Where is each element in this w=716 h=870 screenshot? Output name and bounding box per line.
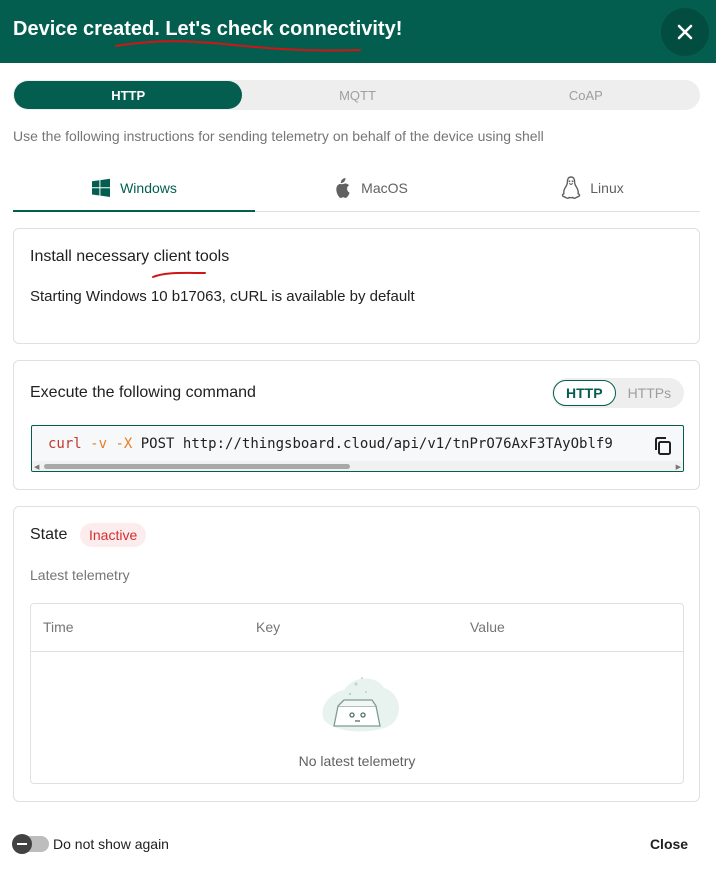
- tab-macos-label: MacOS: [361, 180, 408, 196]
- protocol-option-http[interactable]: HTTP: [14, 81, 243, 109]
- command-flag-verbose: -v: [90, 436, 108, 452]
- state-title: State: [30, 526, 68, 543]
- close-icon: [677, 24, 693, 40]
- scheme-option-https[interactable]: HTTPs: [616, 380, 684, 406]
- tab-linux[interactable]: Linux: [485, 165, 700, 211]
- install-tools-title: Install necessary client tools: [30, 248, 230, 265]
- telemetry-table: Time Key Value No latest telemetry: [30, 603, 684, 784]
- tab-windows-label: Windows: [120, 180, 177, 196]
- tab-linux-label: Linux: [590, 180, 624, 196]
- command-code-block[interactable]: curl -v -X POST http://thingsboard.cloud…: [31, 425, 684, 472]
- dialog-header: Device created. Let's check connectivity…: [0, 0, 716, 63]
- protocol-toggle: HTTP MQTT CoAP: [13, 80, 700, 110]
- horizontal-scrollbar[interactable]: ◀ ▶: [32, 461, 683, 471]
- linux-icon: [562, 176, 581, 199]
- copy-command-button[interactable]: [653, 436, 675, 458]
- execute-command-card: Execute the following command HTTP HTTPs…: [13, 360, 700, 490]
- empty-state-illustration: [322, 677, 399, 732]
- tab-macos[interactable]: MacOS: [255, 165, 485, 211]
- install-tools-card: Install necessary client tools Starting …: [13, 228, 700, 344]
- execute-command-title: Execute the following command: [30, 384, 256, 401]
- state-card: State Inactive Latest telemetry Time Key…: [13, 506, 700, 802]
- scroll-right-icon[interactable]: ▶: [676, 463, 681, 471]
- dialog-title: Device created. Let's check connectivity…: [13, 18, 403, 40]
- close-button[interactable]: Close: [636, 826, 702, 862]
- toggle-knob[interactable]: [12, 834, 32, 854]
- protocol-option-coap[interactable]: CoAP: [472, 80, 700, 110]
- scheme-toggle: HTTP HTTPs: [552, 378, 684, 408]
- windows-icon: [92, 178, 111, 197]
- telemetry-table-header: Time Key Value: [31, 604, 683, 652]
- copy-icon: [655, 437, 671, 455]
- command-rest: POST http://thingsboard.cloud/api/v1/tnP…: [140, 436, 613, 452]
- column-header-time: Time: [43, 619, 74, 635]
- command-flag-method: -X: [115, 436, 133, 452]
- do-not-show-again-label: Do not show again: [53, 836, 169, 852]
- latest-telemetry-label: Latest telemetry: [30, 567, 130, 583]
- tab-windows[interactable]: Windows: [13, 165, 255, 212]
- column-header-value: Value: [470, 619, 505, 635]
- status-badge: Inactive: [80, 523, 147, 547]
- install-tools-text: Starting Windows 10 b17063, cURL is avai…: [30, 288, 415, 305]
- os-tabs: Windows MacOS Linux: [13, 165, 700, 212]
- scrollbar-thumb[interactable]: [44, 464, 350, 469]
- protocol-option-mqtt[interactable]: MQTT: [243, 80, 471, 110]
- close-dialog-button[interactable]: [661, 8, 709, 56]
- apple-icon: [336, 178, 350, 198]
- do-not-show-again-toggle[interactable]: [12, 834, 49, 854]
- command-text: curl -v -X POST http://thingsboard.cloud…: [48, 436, 613, 452]
- scroll-left-icon[interactable]: ◀: [34, 463, 39, 471]
- empty-state-text: No latest telemetry: [298, 753, 416, 769]
- column-header-key: Key: [256, 619, 281, 635]
- command-keyword: curl: [48, 436, 82, 452]
- scheme-option-http[interactable]: HTTP: [553, 380, 616, 406]
- instructions-text: Use the following instructions for sendi…: [13, 128, 544, 144]
